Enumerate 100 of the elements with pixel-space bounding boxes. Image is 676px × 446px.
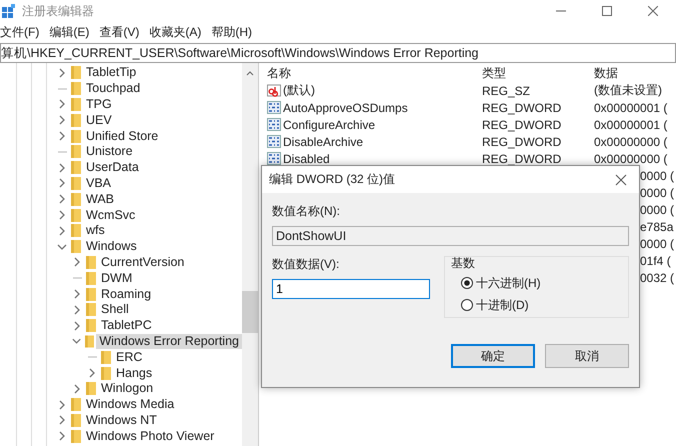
tree-item[interactable]: DWM (98, 270, 136, 286)
table-cell: 0000 ( (640, 202, 674, 216)
tree-item[interactable]: Unified Store (83, 128, 162, 144)
address-bar[interactable]: 算机\HKEY_CURRENT_USER\Software\Microsoft\Windows\Windows Error Reporting (0, 43, 676, 63)
column-header[interactable]: 数据 (594, 65, 676, 82)
dialog-button[interactable]: 确定 (451, 344, 535, 368)
folder-icon (71, 66, 81, 80)
folder-icon (86, 382, 96, 396)
folder-icon (86, 256, 96, 269)
radio-button[interactable] (461, 299, 473, 311)
table-cell-text: REG_SZ (482, 84, 532, 98)
tree-item[interactable]: UserData (83, 160, 142, 176)
tree-item[interactable]: Touchpad (83, 81, 144, 96)
table-cell[interactable]: (默认) (283, 82, 315, 99)
table-cell[interactable]: Disabled (283, 152, 330, 166)
tree-item[interactable]: UEV (83, 112, 115, 128)
tree-item[interactable]: ERC (113, 350, 146, 365)
radio-label[interactable]: 十进制(D) (476, 296, 529, 314)
folder-icon (86, 288, 96, 301)
table-cell: e785a (640, 220, 674, 234)
table-cell-text: 0x00000001 ( (594, 100, 668, 114)
tree-item[interactable]: Windows Media (83, 397, 178, 412)
tree-item[interactable]: Windows Photo Viewer (83, 428, 218, 444)
folder-icon (101, 350, 111, 364)
tree-item[interactable]: Windows (83, 239, 140, 254)
tree-item[interactable]: TPG (83, 96, 115, 112)
folder-icon (71, 430, 81, 443)
binary-value-icon (267, 135, 281, 148)
column-header[interactable]: 名称 (267, 65, 482, 82)
column-header[interactable]: 类型 (482, 65, 594, 82)
menu-item[interactable]: 收藏夹(A) (149, 24, 202, 40)
radio-button[interactable] (461, 277, 473, 289)
tree-item[interactable]: CurrentVersion (98, 254, 188, 270)
table-cell-text: REG_DWORD (482, 100, 562, 114)
close-icon (648, 6, 658, 16)
value-data-field[interactable]: 1 (272, 279, 430, 299)
tree-item[interactable]: WcmSvc (83, 208, 138, 223)
folder-icon (86, 319, 96, 332)
binary-value-icon (267, 101, 281, 114)
menu-item[interactable]: 查看(V) (99, 24, 140, 40)
tree-item[interactable]: VBA (83, 176, 114, 191)
tree-item[interactable]: wfs (83, 223, 108, 238)
folder-icon (71, 176, 81, 190)
folder-icon (71, 208, 81, 222)
folder-icon (71, 192, 81, 206)
tree-item[interactable]: TabletTip (83, 65, 140, 80)
menu-item[interactable]: 帮助(H) (211, 24, 252, 40)
table-cell-text: (数值未设置) (594, 82, 663, 99)
folder-icon (71, 82, 81, 96)
table-cell[interactable]: DisableArchive (283, 134, 364, 148)
tree-item[interactable]: TabletPC (98, 318, 155, 334)
dialog-button[interactable]: 取消 (545, 344, 629, 368)
table-cell-text: 0x00000000 ( (594, 152, 668, 166)
table-cell: 0000 ( (640, 186, 674, 200)
radio-label[interactable]: 十六进制(H) (476, 274, 541, 292)
table-cell-text: 0x00000001 ( (594, 118, 668, 132)
window-title: 注册表编辑器 (22, 2, 94, 20)
folder-icon (85, 334, 94, 348)
tree-item[interactable]: Winlogon (98, 381, 156, 396)
tree-item[interactable]: Unistore (83, 144, 136, 160)
table-cell-text: REG_DWORD (482, 118, 562, 132)
table-cell: 0000 ( (640, 236, 674, 250)
binary-value-icon (267, 118, 281, 131)
tree-item[interactable]: Windows NT (83, 412, 160, 428)
registry-editor-icon (2, 4, 16, 18)
scroll-up-icon[interactable] (245, 69, 255, 77)
tree-item[interactable]: Roaming (98, 286, 154, 302)
folder-icon (71, 161, 81, 174)
menu-item[interactable]: 编辑(E) (49, 24, 90, 40)
table-cell-text: REG_DWORD (482, 152, 562, 166)
close-icon (615, 174, 627, 186)
table-cell[interactable]: AutoApproveOSDumps (283, 100, 408, 114)
folder-icon (71, 145, 81, 158)
table-cell[interactable]: ConfigureArchive (283, 118, 376, 132)
string-value-icon (267, 84, 281, 97)
group-label: 基数 (451, 255, 476, 272)
dialog-title: 编辑 DWORD (32 位)值 (269, 171, 395, 188)
menu-item[interactable]: 文件(F) (0, 24, 40, 40)
table-cell: 01f4 ( (640, 254, 671, 268)
tree-item[interactable]: Hangs (113, 366, 156, 381)
tree-item[interactable]: WAB (83, 192, 118, 207)
value-name-field[interactable]: DontShowUI (272, 226, 629, 246)
tree-item[interactable]: Shell (98, 302, 132, 318)
table-cell-text: 0x00000000 ( (594, 134, 668, 148)
folder-icon (71, 398, 81, 412)
table-cell: 0032 ( (640, 270, 674, 284)
folder-icon (71, 114, 81, 127)
folder-icon (71, 414, 81, 427)
folder-icon (71, 224, 81, 238)
folder-icon (86, 303, 96, 316)
table-cell-text: REG_DWORD (482, 134, 562, 148)
folder-icon (71, 98, 81, 111)
maximize-icon (602, 6, 612, 16)
folder-icon (86, 272, 96, 285)
folder-icon (101, 366, 111, 380)
folder-icon (71, 130, 81, 143)
scroll-thumb[interactable] (242, 291, 258, 333)
scrollbar[interactable] (242, 63, 258, 446)
folder-icon (71, 240, 81, 254)
tree-item[interactable]: Windows Error Reporting (96, 334, 242, 349)
